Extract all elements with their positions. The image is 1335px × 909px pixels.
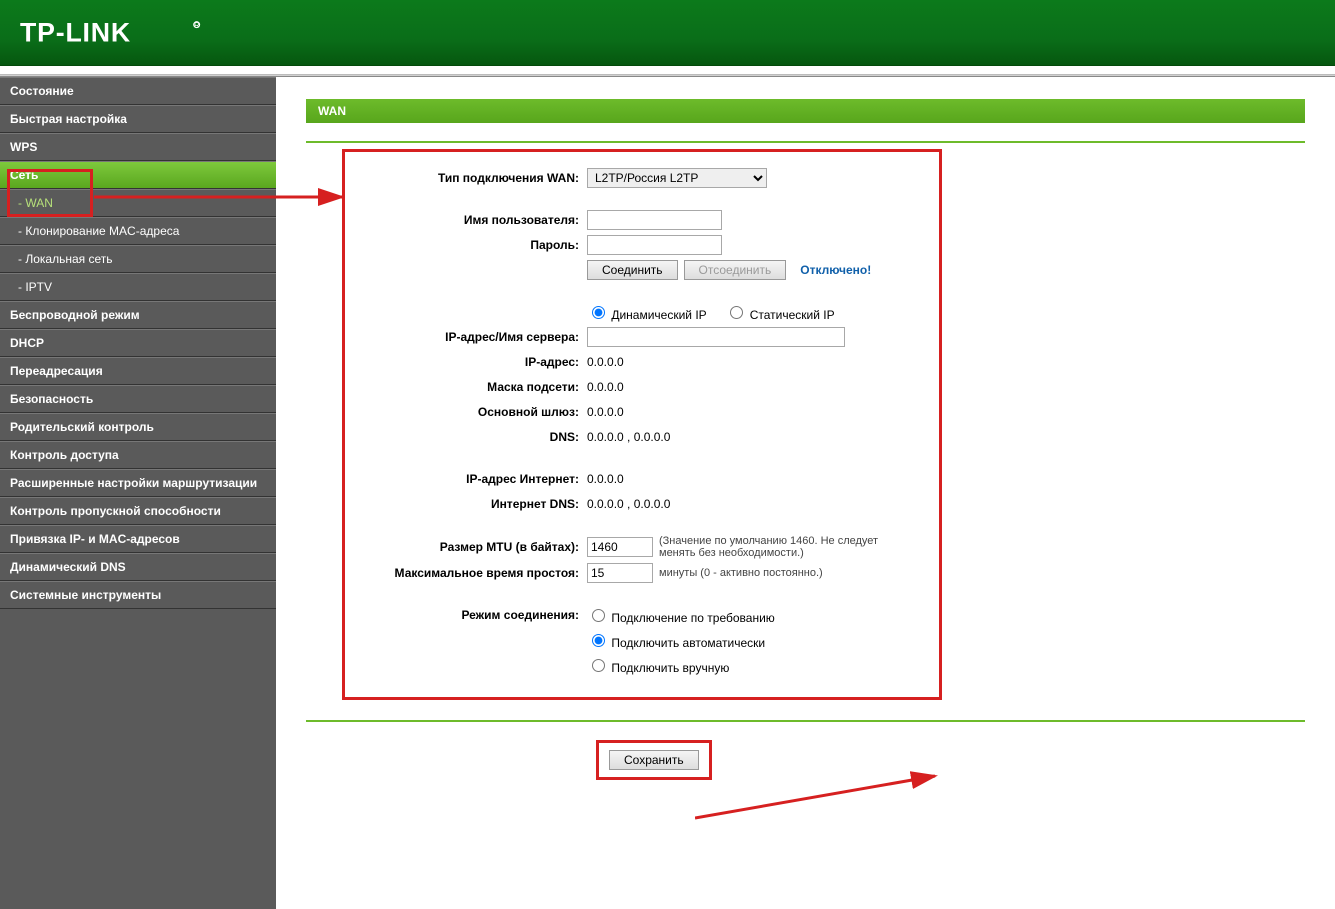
server-label: IP-адрес/Имя сервера: — [369, 330, 587, 344]
nav-item-13[interactable]: Контроль доступа — [0, 441, 276, 469]
mode-auto-radio[interactable] — [592, 634, 605, 647]
svg-text:TP-LINK: TP-LINK — [20, 17, 131, 47]
disconnect-button[interactable]: Отсоединить — [684, 260, 787, 280]
sidebar-tail — [0, 609, 276, 909]
password-input[interactable] — [587, 235, 722, 255]
wan-settings-form: Тип подключения WAN: L2TP/Россия L2TP Им… — [342, 149, 942, 700]
nav-item-7[interactable]: - IPTV — [0, 273, 276, 301]
nav-item-12[interactable]: Родительский контроль — [0, 413, 276, 441]
connection-status: Отключено! — [800, 263, 871, 277]
conn-type-select[interactable]: L2TP/Россия L2TP — [587, 168, 767, 188]
gw-label: Основной шлюз: — [369, 405, 587, 419]
static-ip-radio[interactable] — [730, 306, 743, 319]
mode-manual-label[interactable]: Подключить вручную — [587, 656, 729, 675]
tplink-logo: TP-LINK R — [20, 16, 270, 50]
sidebar: СостояниеБыстрая настройкаWPSСеть- WAN- … — [0, 77, 276, 909]
conn-type-label: Тип подключения WAN: — [369, 171, 587, 185]
gw-value: 0.0.0.0 — [587, 405, 915, 419]
mode-manual-radio[interactable] — [592, 659, 605, 672]
server-input[interactable] — [587, 327, 845, 347]
nav-item-1[interactable]: Быстрая настройка — [0, 105, 276, 133]
dns-label: DNS: — [369, 430, 587, 444]
idle-input[interactable] — [587, 563, 653, 583]
ip-value: 0.0.0.0 — [587, 355, 915, 369]
mode-ondemand-radio[interactable] — [592, 609, 605, 622]
dynamic-ip-radio[interactable] — [592, 306, 605, 319]
nav-item-11[interactable]: Безопасность — [0, 385, 276, 413]
mtu-input[interactable] — [587, 537, 653, 557]
connect-button[interactable]: Соединить — [587, 260, 678, 280]
dns-value: 0.0.0.0 , 0.0.0.0 — [587, 430, 915, 444]
save-highlight: Сохранить — [596, 740, 712, 780]
nav-item-3[interactable]: Сеть — [0, 161, 276, 189]
content: WAN Тип подключения WAN: L2TP/Россия L2T… — [276, 77, 1335, 909]
nav-item-15[interactable]: Контроль пропускной способности — [0, 497, 276, 525]
idle-label: Максимальное время простоя: — [369, 566, 587, 580]
nav-item-8[interactable]: Беспроводной режим — [0, 301, 276, 329]
mask-label: Маска подсети: — [369, 380, 587, 394]
mtu-hint: (Значение по умолчанию 1460. Не следует … — [659, 535, 915, 559]
save-button[interactable]: Сохранить — [609, 750, 699, 770]
mode-ondemand-label[interactable]: Подключение по требованию — [587, 606, 775, 625]
password-label: Пароль: — [369, 238, 587, 252]
nav-item-17[interactable]: Динамический DNS — [0, 553, 276, 581]
username-input[interactable] — [587, 210, 722, 230]
nav-item-16[interactable]: Привязка IP- и MAC-адресов — [0, 525, 276, 553]
mask-value: 0.0.0.0 — [587, 380, 915, 394]
mtu-label: Размер MTU (в байтах): — [369, 540, 587, 554]
nav-item-9[interactable]: DHCP — [0, 329, 276, 357]
nav-item-18[interactable]: Системные инструменты — [0, 581, 276, 609]
inet-ip-value: 0.0.0.0 — [587, 472, 915, 486]
divider — [306, 720, 1305, 722]
nav-item-14[interactable]: Расширенные настройки маршрутизации — [0, 469, 276, 497]
page-title: WAN — [306, 99, 1305, 123]
nav-item-4[interactable]: - WAN — [0, 189, 276, 217]
mode-auto-label[interactable]: Подключить автоматически — [587, 631, 765, 650]
inet-dns-label: Интернет DNS: — [369, 497, 587, 511]
idle-hint: минуты (0 - активно постоянно.) — [659, 567, 823, 579]
divider — [306, 141, 1305, 143]
nav-item-5[interactable]: - Клонирование MAC-адреса — [0, 217, 276, 245]
nav-item-10[interactable]: Переадресация — [0, 357, 276, 385]
mode-label: Режим соединения: — [369, 608, 587, 622]
nav-item-2[interactable]: WPS — [0, 133, 276, 161]
nav-item-0[interactable]: Состояние — [0, 77, 276, 105]
static-ip-radio-label[interactable]: Статический IP — [725, 303, 834, 322]
header: TP-LINK R — [0, 0, 1335, 66]
dynamic-ip-radio-label[interactable]: Динамический IP — [587, 303, 707, 322]
inet-ip-label: IP-адрес Интернет: — [369, 472, 587, 486]
nav-item-6[interactable]: - Локальная сеть — [0, 245, 276, 273]
ip-label: IP-адрес: — [369, 355, 587, 369]
svg-text:R: R — [194, 20, 200, 29]
username-label: Имя пользователя: — [369, 213, 587, 227]
inet-dns-value: 0.0.0.0 , 0.0.0.0 — [587, 497, 915, 511]
